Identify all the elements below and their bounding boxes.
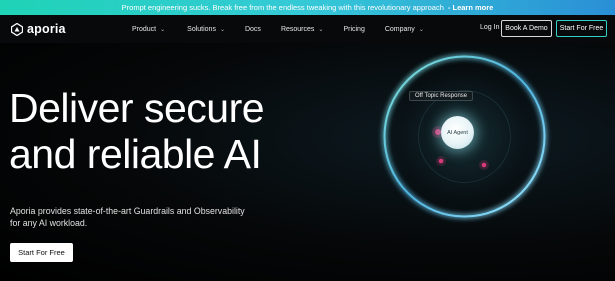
nav-item-label: Resources xyxy=(280,25,315,33)
subtext-line-1: Aporia provides state-of-the-art Guardra… xyxy=(10,206,245,216)
nav-item-label: Solutions xyxy=(187,25,216,33)
ai-agent-node: AI Agent xyxy=(441,116,474,149)
nav-item-label: Pricing xyxy=(343,25,365,33)
book-demo-button[interactable]: Book A Demo xyxy=(501,20,552,37)
hero-headline: Deliver secure and reliable AI xyxy=(9,85,265,177)
aporia-logo-icon xyxy=(11,22,23,36)
message-dot-halo xyxy=(436,156,446,166)
chevron-down-icon: ⌄ xyxy=(318,26,324,33)
chevron-down-icon: ⌄ xyxy=(418,26,424,33)
nav-item-label: Company xyxy=(384,25,415,33)
chevron-down-icon: ⌄ xyxy=(219,26,225,33)
brand-logo[interactable]: aporia xyxy=(11,22,66,36)
nav-item-docs[interactable]: Docs xyxy=(245,26,261,33)
nav-item-company[interactable]: Company ⌄ xyxy=(385,26,424,33)
headline-line-2: and reliable AI xyxy=(9,131,262,177)
chevron-down-icon: ⌄ xyxy=(160,26,166,33)
login-link[interactable]: Log In xyxy=(480,24,499,31)
banner-text: Prompt engineering sucks. Break free fro… xyxy=(121,3,444,12)
nav-item-pricing[interactable]: Pricing xyxy=(343,26,364,33)
announcement-banner[interactable]: Prompt engineering sucks. Break free fro… xyxy=(0,0,615,15)
banner-learn-more-link[interactable]: - Learn more xyxy=(448,3,493,12)
nav-item-label: Docs xyxy=(244,25,261,33)
subtext-line-2: for any AI workload. xyxy=(10,218,88,228)
nav-item-label: Product xyxy=(132,25,157,33)
hero-start-free-button[interactable]: Start For Free xyxy=(10,243,73,262)
nav-item-product[interactable]: Product ⌄ xyxy=(132,26,165,33)
ai-agent-label: AI Agent xyxy=(447,129,468,136)
main-menu: Product ⌄ Solutions ⌄ Docs Resources ⌄ P… xyxy=(132,15,424,43)
nav-start-free-button[interactable]: Start For Free xyxy=(556,20,607,37)
brand-name: aporia xyxy=(27,22,66,36)
nav-item-solutions[interactable]: Solutions ⌄ xyxy=(187,26,225,33)
message-dot-halo xyxy=(479,160,489,170)
off-topic-response-label: Off Topic Response xyxy=(409,91,474,101)
nav-item-resources[interactable]: Resources ⌄ xyxy=(281,26,324,33)
headline-line-1: Deliver secure xyxy=(9,85,265,131)
hero-subtext: Aporia provides state-of-the-art Guardra… xyxy=(10,205,270,229)
